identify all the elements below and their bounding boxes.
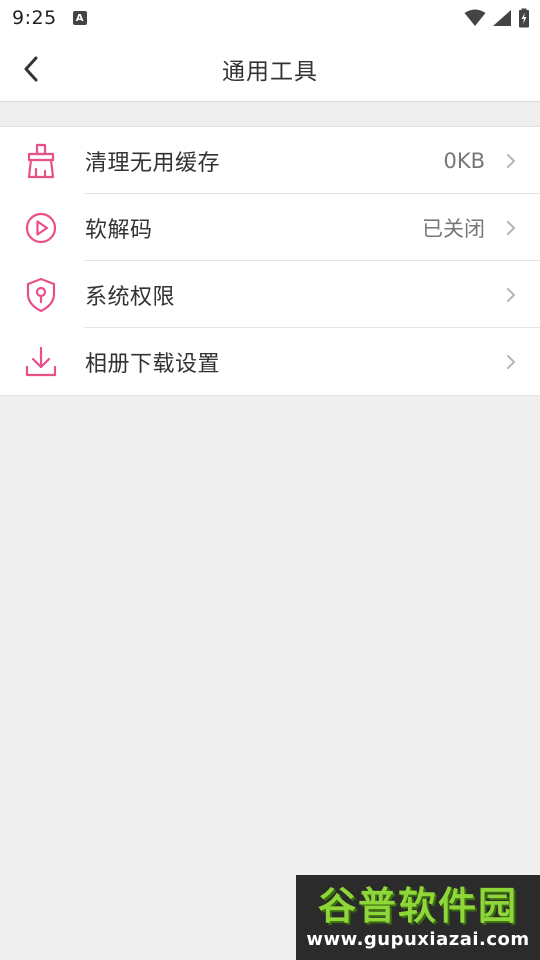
- shield-lock-icon: [22, 277, 60, 313]
- menu-item-soft-decode[interactable]: 软解码 已关闭: [0, 194, 540, 261]
- notification-a-icon: A: [72, 11, 87, 25]
- menu-item-label: 系统权限: [85, 284, 176, 310]
- status-time: 9:25: [12, 7, 57, 29]
- menu-item-label: 清理无用缓存: [85, 150, 221, 176]
- menu-item-album-download-settings[interactable]: 相册下载设置: [0, 328, 540, 395]
- watermark-title: 谷普软件园: [317, 883, 518, 928]
- battery-charging-icon: [519, 8, 529, 28]
- back-button[interactable]: [14, 52, 48, 86]
- watermark-logo: 谷普软件园 www.gupuxiazai.com: [296, 875, 540, 960]
- wifi-icon: [464, 9, 486, 26]
- menu-item-clear-cache[interactable]: 清理无用缓存 0KB: [0, 127, 540, 194]
- settings-list: 清理无用缓存 0KB 软解码 已关闭 系统权限 相册下载设置: [0, 126, 540, 396]
- cache-size-value: 0KB: [443, 148, 485, 173]
- menu-item-system-permissions[interactable]: 系统权限: [0, 261, 540, 328]
- chevron-right-icon: [507, 288, 515, 302]
- chevron-left-icon: [24, 56, 38, 82]
- watermark-url: www.gupuxiazai.com: [306, 928, 530, 950]
- chevron-right-icon: [507, 154, 515, 168]
- soft-decode-status: 已关闭: [422, 216, 485, 241]
- chevron-right-icon: [507, 355, 515, 369]
- download-icon: [22, 344, 60, 380]
- status-bar: 9:25 A: [0, 0, 540, 36]
- page-title: 通用工具: [222, 59, 318, 85]
- broom-icon: [22, 143, 60, 179]
- play-circle-icon: [22, 210, 60, 246]
- app-header: 通用工具: [0, 36, 540, 102]
- cellular-signal-icon: [493, 10, 511, 26]
- chevron-right-icon: [507, 221, 515, 235]
- menu-item-label: 软解码: [85, 217, 153, 243]
- menu-item-label: 相册下载设置: [85, 351, 221, 377]
